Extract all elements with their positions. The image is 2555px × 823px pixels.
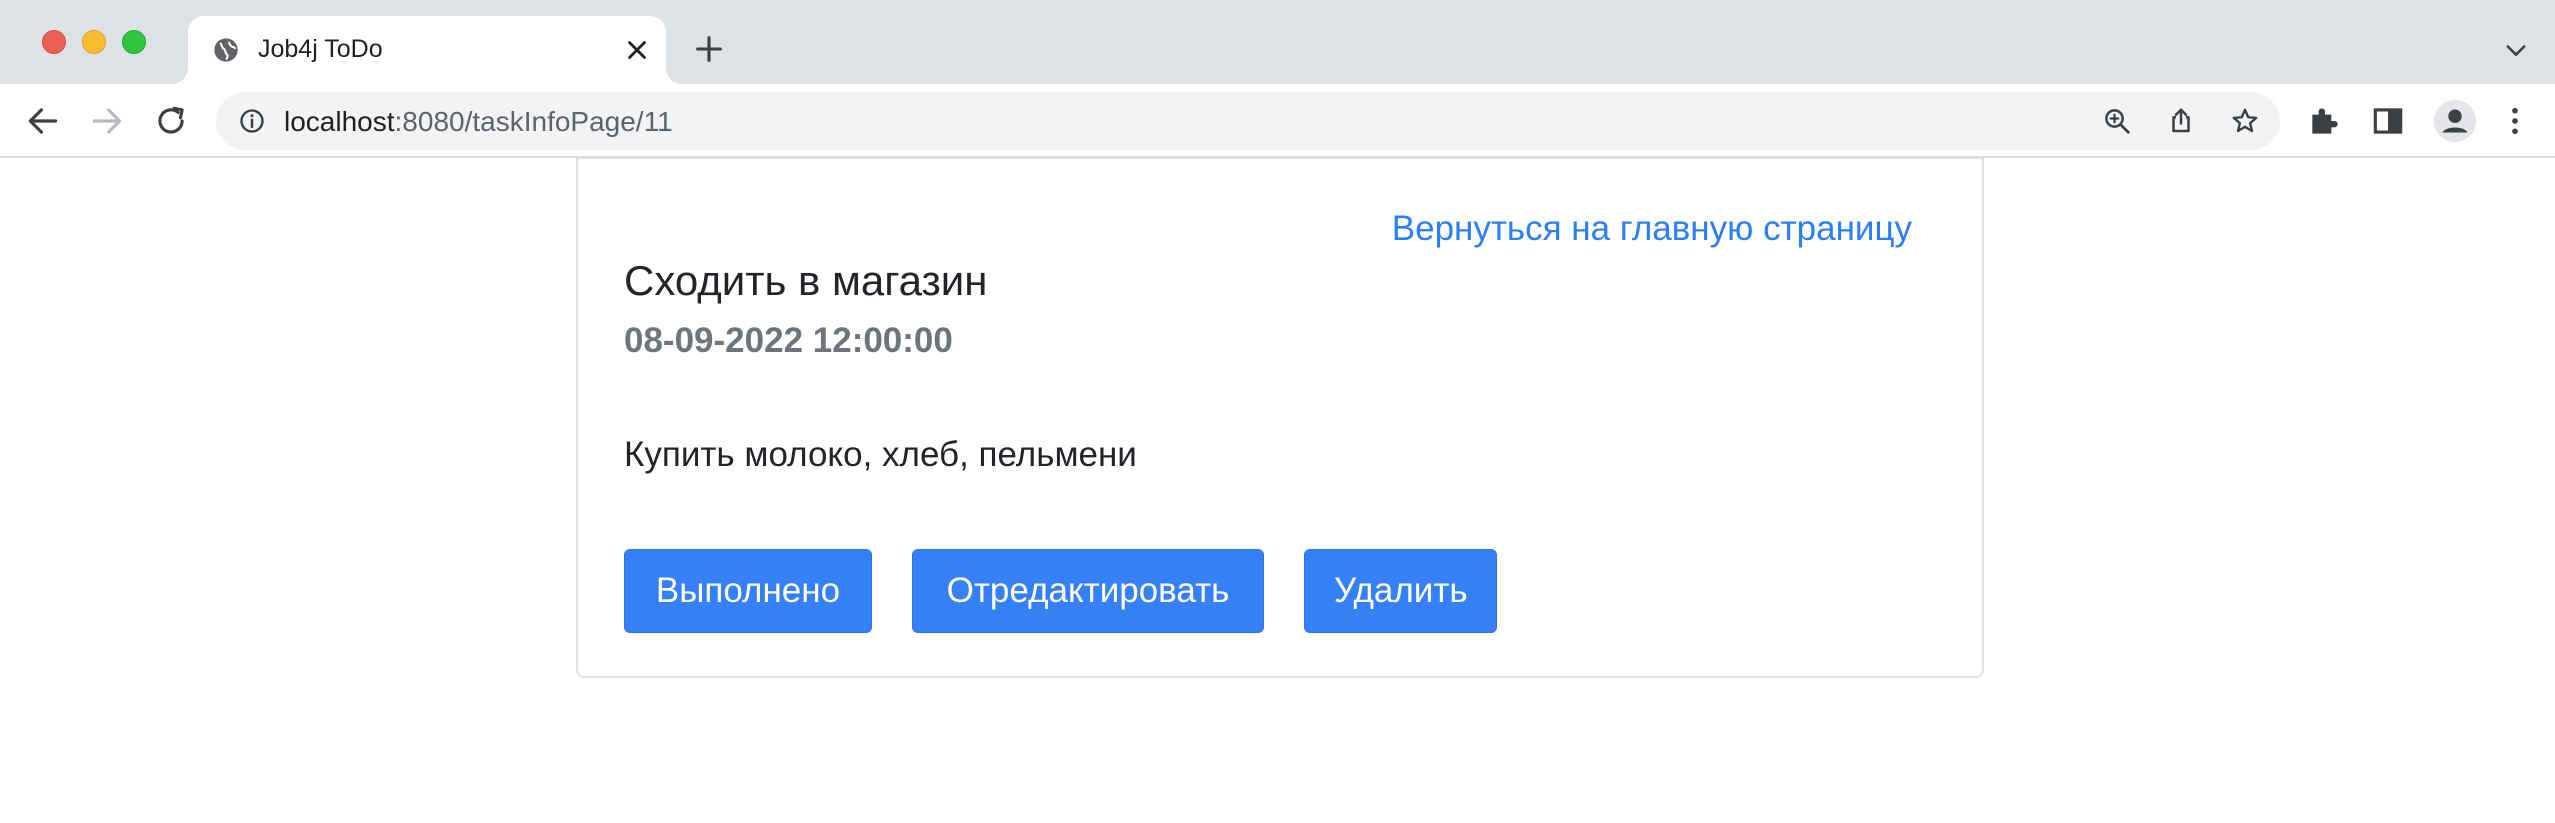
browser-tab-strip: Job4j ToDo: [0, 0, 2555, 84]
task-description: Купить молоко, хлеб, пельмени: [624, 435, 1137, 474]
side-panel-icon[interactable]: [2369, 102, 2407, 140]
plus-icon[interactable]: [692, 32, 726, 66]
address-bar[interactable]: localhost:8080/taskInfoPage/11: [216, 92, 2280, 150]
chevron-down-icon[interactable]: [2502, 36, 2530, 64]
edit-button[interactable]: Отредактировать: [912, 549, 1264, 633]
reload-icon[interactable]: [152, 102, 190, 140]
window-close-button[interactable]: [42, 30, 66, 54]
share-icon[interactable]: [2166, 106, 2196, 136]
window-maximize-button[interactable]: [122, 30, 146, 54]
task-date: 08-09-2022 12:00:00: [624, 321, 953, 360]
globe-icon: [214, 38, 238, 62]
puzzle-icon[interactable]: [2306, 102, 2344, 140]
address-url[interactable]: localhost:8080/taskInfoPage/11: [284, 106, 673, 138]
zoom-icon[interactable]: [2102, 106, 2132, 136]
back-to-main-link[interactable]: Вернуться на главную страницу: [1392, 209, 1912, 249]
delete-button[interactable]: Удалить: [1304, 549, 1497, 633]
close-icon[interactable]: [622, 35, 652, 65]
forward-arrow-icon[interactable]: [88, 102, 126, 140]
kebab-menu-icon[interactable]: [2496, 102, 2534, 140]
star-icon[interactable]: [2230, 106, 2260, 136]
done-button[interactable]: Выполнено: [624, 549, 872, 633]
tab-title: Job4j ToDo: [258, 35, 383, 63]
browser-tab-active[interactable]: Job4j ToDo: [188, 16, 666, 84]
url-path: :8080/taskInfoPage/11: [394, 106, 673, 137]
profile-icon[interactable]: [2432, 98, 2478, 144]
browser-toolbar: localhost:8080/taskInfoPage/11: [0, 84, 2555, 158]
back-arrow-icon[interactable]: [24, 102, 62, 140]
task-card: Вернуться на главную страницу Сходить в …: [576, 158, 1984, 678]
task-title: Сходить в магазин: [624, 257, 988, 304]
window-minimize-button[interactable]: [82, 30, 106, 54]
url-host: localhost: [284, 106, 395, 137]
info-icon[interactable]: [238, 107, 266, 135]
